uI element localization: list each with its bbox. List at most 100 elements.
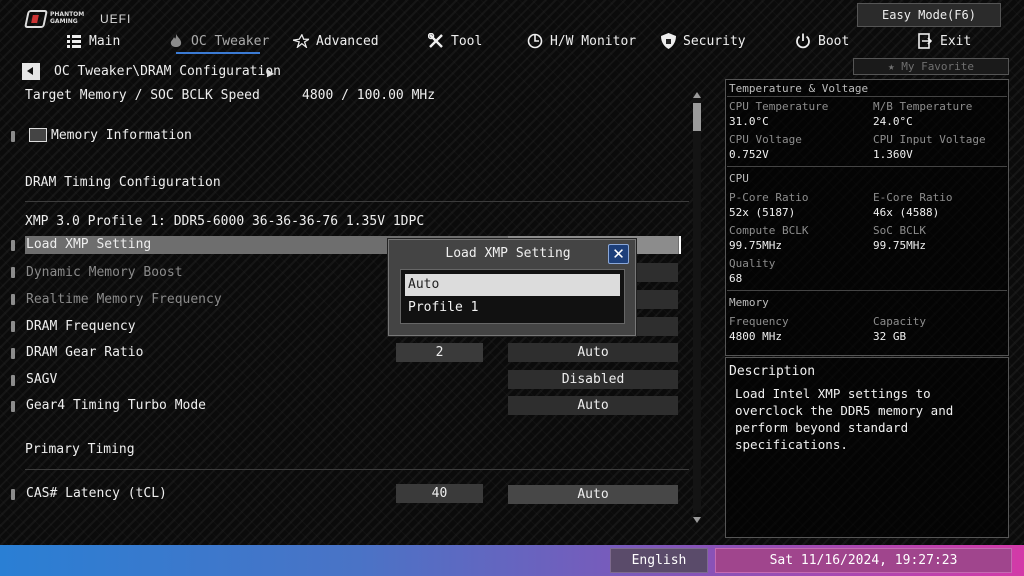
tab-oc-tweaker-label: OC Tweaker — [191, 33, 270, 49]
tab-hw-monitor[interactable]: H/W Monitor — [527, 30, 636, 52]
soc-bclk-label: SoC BCLK — [873, 224, 926, 237]
brand-logo: PHANTOM GAMING UEFI — [24, 8, 136, 30]
breadcrumb: OC Tweaker\DRAM Configuration — [54, 64, 281, 79]
load-xmp-setting-label: Load XMP Setting — [26, 237, 152, 252]
load-xmp-popup: Load XMP Setting ✕ Auto Profile 1 — [388, 239, 636, 336]
row-bullet — [11, 131, 15, 142]
target-memory-label: Target Memory / SOC BCLK Speed — [25, 88, 260, 103]
easy-mode-button[interactable]: Easy Mode(F6) — [857, 3, 1001, 27]
cpu-input-voltage-label: CPU Input Voltage — [873, 133, 986, 146]
cpu-voltage-label: CPU Voltage — [729, 133, 802, 146]
tab-main[interactable]: Main — [66, 30, 120, 52]
dram-gear-ratio-label: DRAM Gear Ratio — [26, 345, 144, 360]
back-button[interactable] — [22, 63, 40, 80]
cpu-section-title: CPU — [729, 172, 749, 185]
tab-tool-label: Tool — [451, 33, 483, 49]
row-bullet — [11, 489, 15, 500]
compute-bclk-value: 99.75MHz — [729, 239, 782, 252]
realtime-memory-frequency-label: Realtime Memory Frequency — [26, 292, 222, 307]
tab-tool[interactable]: Tool — [428, 30, 482, 52]
exit-icon — [917, 33, 933, 49]
scroll-up-arrow-icon[interactable] — [693, 92, 701, 98]
row-bullet — [11, 321, 15, 332]
row-bullet — [11, 294, 15, 305]
tab-exit[interactable]: Exit — [917, 30, 971, 52]
cas-latency-value[interactable]: 40 — [396, 484, 483, 503]
divider — [25, 469, 689, 470]
row-edge-marker — [679, 236, 681, 254]
target-memory-value: 4800 / 100.00 MHz — [302, 88, 436, 103]
memory-frequency-label: Frequency — [729, 315, 789, 328]
star-icon — [293, 33, 309, 49]
tab-hw-monitor-label: H/W Monitor — [550, 33, 637, 49]
p-core-ratio-label: P-Core Ratio — [729, 191, 809, 204]
memory-capacity-label: Capacity — [873, 315, 926, 328]
divider — [25, 201, 689, 202]
sagv-option[interactable]: Disabled — [508, 370, 678, 389]
soc-bclk-value: 99.75MHz — [873, 239, 926, 252]
mb-temperature-value: 24.0°C — [873, 115, 913, 128]
power-icon — [795, 33, 811, 49]
divider — [727, 166, 1007, 167]
scrollbar-track[interactable] — [693, 93, 701, 513]
tab-exit-label: Exit — [940, 33, 972, 49]
quality-label: Quality — [729, 257, 776, 270]
memory-chip-icon — [29, 128, 47, 142]
tab-oc-tweaker[interactable]: OC Tweaker — [168, 30, 269, 52]
scrollbar-thumb[interactable] — [693, 103, 701, 131]
row-bullet — [11, 240, 15, 251]
dram-gear-ratio-option[interactable]: Auto — [508, 343, 678, 362]
cpu-input-voltage-value: 1.360V — [873, 148, 913, 161]
dram-frequency-label: DRAM Frequency — [26, 319, 136, 334]
quality-value: 68 — [729, 272, 743, 285]
active-tab-indicator — [176, 52, 260, 54]
uefi-label: UEFI — [100, 12, 132, 26]
tab-security[interactable]: Security — [660, 30, 746, 52]
close-icon[interactable]: ✕ — [608, 244, 629, 264]
memory-information-item[interactable]: Memory Information — [51, 128, 192, 143]
monitor-icon — [527, 33, 543, 49]
row-bullet — [11, 267, 15, 278]
gear4-timing-turbo-option[interactable]: Auto — [508, 396, 678, 415]
description-title: Description — [729, 364, 816, 379]
tab-security-label: Security — [683, 33, 746, 49]
xmp-profile-info: XMP 3.0 Profile 1: DDR5-6000 36-36-36-76… — [25, 214, 425, 229]
memory-section-title: Memory — [729, 296, 769, 309]
memory-frequency-value: 4800 MHz — [729, 330, 782, 343]
list-icon — [66, 33, 82, 49]
cpu-voltage-value: 0.752V — [729, 148, 769, 161]
mb-temperature-label: M/B Temperature — [873, 100, 973, 113]
tab-advanced-label: Advanced — [316, 33, 379, 49]
phantom-gaming-logo-icon — [24, 10, 48, 28]
dram-gear-ratio-value[interactable]: 2 — [396, 343, 483, 362]
tab-boot[interactable]: Boot — [795, 30, 849, 52]
scroll-down-arrow-icon[interactable] — [693, 517, 701, 523]
dynamic-memory-boost-label: Dynamic Memory Boost — [26, 265, 183, 280]
panel-title: Temperature & Voltage — [729, 82, 869, 95]
row-bullet — [11, 348, 15, 359]
cpu-temperature-label: CPU Temperature — [729, 100, 829, 113]
popup-title: Load XMP Setting — [445, 246, 571, 261]
tab-boot-label: Boot — [818, 33, 850, 49]
gear4-timing-turbo-label: Gear4 Timing Turbo Mode — [26, 398, 207, 413]
tab-advanced[interactable]: Advanced — [293, 30, 379, 52]
sagv-label: SAGV — [26, 372, 58, 387]
dram-timing-header: DRAM Timing Configuration — [25, 175, 221, 190]
cpu-temperature-value: 31.0°C — [729, 115, 769, 128]
language-button[interactable]: English — [610, 548, 708, 573]
divider — [727, 290, 1007, 291]
my-favorite-button[interactable]: ★ My Favorite — [853, 58, 1009, 75]
e-core-ratio-label: E-Core Ratio — [873, 191, 953, 204]
row-bullet — [11, 401, 15, 412]
e-core-ratio-value: 46x (4588) — [873, 206, 940, 219]
p-core-ratio-value: 52x (5187) — [729, 206, 796, 219]
cas-latency-option[interactable]: Auto — [508, 485, 678, 504]
cas-latency-label: CAS# Latency (tCL) — [26, 486, 167, 501]
tab-main-label: Main — [89, 33, 121, 49]
date-time-display[interactable]: Sat 11/16/2024, 19:27:23 — [715, 548, 1012, 573]
flame-icon — [168, 33, 184, 49]
tools-icon — [428, 33, 444, 49]
popup-option-auto[interactable]: Auto — [405, 274, 620, 296]
popup-option-profile-1[interactable]: Profile 1 — [405, 297, 620, 319]
compute-bclk-label: Compute BCLK — [729, 224, 809, 237]
